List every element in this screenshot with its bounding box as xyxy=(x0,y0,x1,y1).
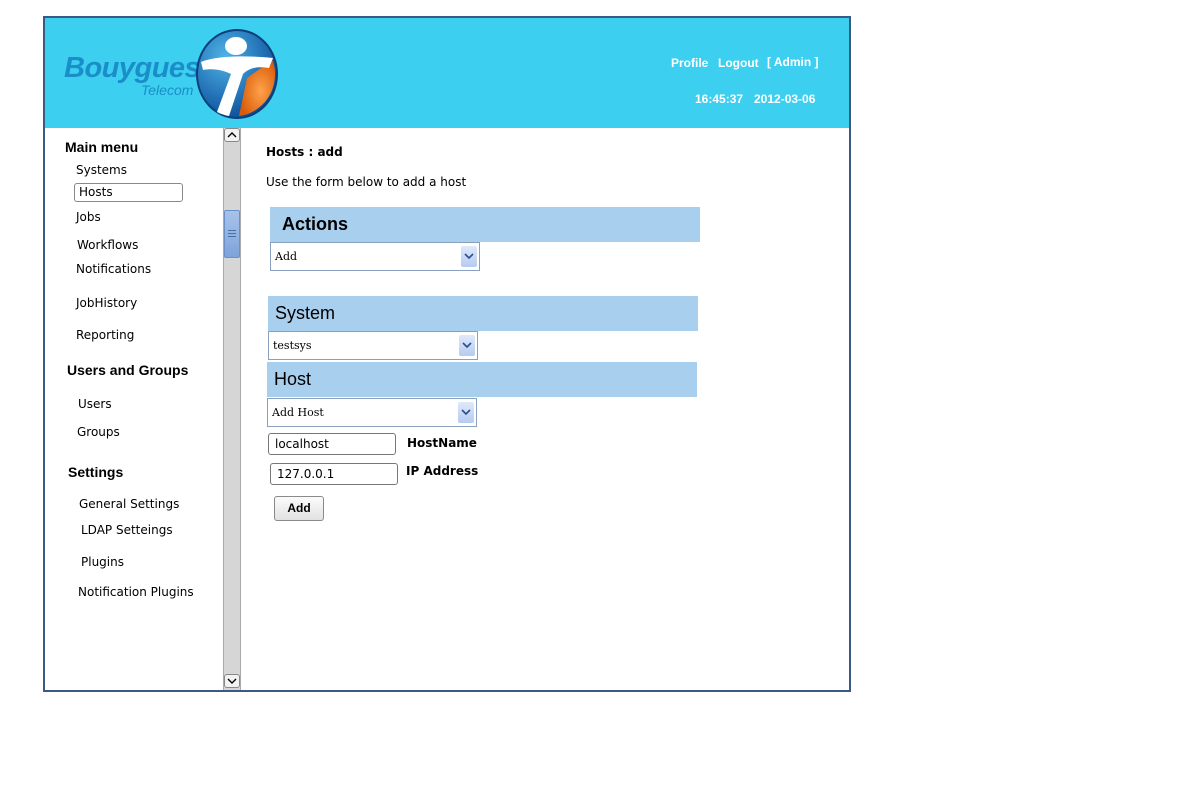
profile-link[interactable]: Profile xyxy=(671,56,708,70)
sidebar-item-general-settings[interactable]: General Settings xyxy=(79,497,179,511)
main-menu-heading: Main menu xyxy=(65,139,139,155)
actions-title: Actions xyxy=(282,214,349,234)
dropdown-arrow xyxy=(458,402,474,423)
clock-time: 16:45:37 xyxy=(695,92,744,106)
scroll-down-button[interactable] xyxy=(224,674,240,688)
system-select-value: testsys xyxy=(273,339,312,352)
dropdown-arrow xyxy=(459,335,475,356)
actions-section-header: Actions xyxy=(270,207,700,242)
host-title: Host xyxy=(274,369,312,389)
host-select-value: Add Host xyxy=(272,406,324,419)
sidebar-item-plugins[interactable]: Plugins xyxy=(81,555,124,569)
brand-subtitle: Telecom xyxy=(141,82,194,98)
sidebar-item-groups[interactable]: Groups xyxy=(77,425,120,439)
sidebar-item-hosts[interactable]: Hosts xyxy=(74,183,183,202)
page-description: Use the form below to add a host xyxy=(266,175,467,189)
admin-link[interactable]: [ Admin ] xyxy=(767,55,819,69)
header: Bouygues Telecom Profile Logout [ Admin … xyxy=(45,18,849,128)
sidebar-item-ldap-settings[interactable]: LDAP Setteings xyxy=(81,523,173,537)
ip-address-label: IP Address xyxy=(406,464,479,478)
sidebar-item-notification-plugins[interactable]: Notification Plugins xyxy=(78,585,194,599)
dropdown-arrow xyxy=(461,246,477,267)
sidebar: Main menu Systems Hosts Jobs Workflows N… xyxy=(45,128,223,690)
hostname-input[interactable]: localhost xyxy=(268,433,396,455)
system-title: System xyxy=(275,303,336,323)
add-button[interactable]: Add xyxy=(274,496,324,521)
system-section-header: System xyxy=(268,296,698,331)
sidebar-item-systems[interactable]: Systems xyxy=(76,163,127,177)
sidebar-item-reporting[interactable]: Reporting xyxy=(76,328,134,342)
ip-address-input[interactable]: 127.0.0.1 xyxy=(270,463,398,485)
sidebar-item-users[interactable]: Users xyxy=(78,397,112,411)
sidebar-item-workflows[interactable]: Workflows xyxy=(77,238,138,252)
sidebar-item-notifications[interactable]: Notifications xyxy=(76,262,151,276)
chevron-down-icon xyxy=(462,342,472,349)
hostname-label: HostName xyxy=(407,436,477,450)
sidebar-scrollbar[interactable] xyxy=(223,128,241,690)
chevron-down-icon xyxy=(461,409,471,416)
grip-line xyxy=(228,230,236,231)
grip-line xyxy=(228,233,236,234)
host-select[interactable]: Add Host xyxy=(267,398,477,427)
settings-heading: Settings xyxy=(68,464,124,480)
sidebar-item-jobs[interactable]: Jobs xyxy=(76,210,101,224)
system-select[interactable]: testsys xyxy=(268,331,478,360)
chevron-down-icon xyxy=(464,253,474,260)
logout-link[interactable]: Logout xyxy=(718,56,759,70)
chevron-up-icon xyxy=(227,132,237,138)
page-title: Hosts : add xyxy=(266,145,343,159)
scroll-up-button[interactable] xyxy=(224,128,240,142)
brand-name: Bouygues xyxy=(64,52,201,84)
actions-select-value: Add xyxy=(275,250,298,263)
actions-select[interactable]: Add xyxy=(270,242,480,271)
app-frame: Bouygues Telecom Profile Logout [ Admin … xyxy=(43,16,851,692)
grip-line xyxy=(228,236,236,237)
users-groups-heading: Users and Groups xyxy=(67,362,189,378)
main-content: Hosts : add Use the form below to add a … xyxy=(241,128,849,690)
sidebar-item-jobhistory[interactable]: JobHistory xyxy=(76,296,137,310)
host-section-header: Host xyxy=(267,362,697,397)
chevron-down-icon xyxy=(227,678,237,684)
bouygues-logo-icon xyxy=(196,29,278,119)
clock-date: 2012-03-06 xyxy=(754,92,816,106)
scroll-thumb[interactable] xyxy=(224,210,240,258)
